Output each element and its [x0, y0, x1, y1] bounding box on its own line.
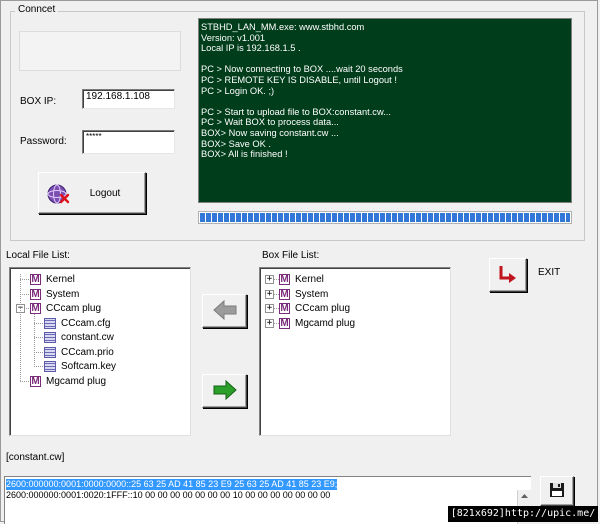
tree-item[interactable]: M Kernel: [279, 273, 324, 286]
box-file-list-label: Box File List:: [262, 250, 320, 261]
tree-item-label: Mgcamd plug: [295, 317, 356, 329]
logout-button[interactable]: Logout: [38, 172, 146, 214]
watermark: [821x692]http://upic.me/: [448, 506, 598, 522]
log-console: STBHD_LAN_MM.exe: www.stbhd.com Version: …: [198, 18, 572, 203]
tree-item-label: CCcam plug: [295, 303, 351, 314]
plugin-m-icon: M: [279, 317, 290, 329]
current-file-label: [constant.cw]: [6, 452, 65, 463]
plugin-m-icon: M: [30, 303, 41, 314]
tree-item[interactable]: M System: [279, 288, 328, 301]
tree-item[interactable]: M Kernel: [30, 273, 75, 286]
exit-icon: [496, 263, 520, 288]
scroll-up-icon[interactable]: [520, 492, 529, 501]
box-ip-input[interactable]: 192.168.1.108: [82, 89, 175, 109]
tree-item-label: System: [46, 288, 80, 300]
tree-item[interactable]: constant.cw: [44, 331, 114, 344]
tree-connector: [34, 351, 43, 353]
tree-item[interactable]: CCcam.cfg: [44, 317, 110, 330]
plugin-m-icon: M: [279, 274, 290, 285]
console-line: BOX> Save OK .: [201, 138, 272, 149]
console-line: PC > REMOTE KEY IS DISABLE, until Logout…: [201, 74, 397, 85]
tree-item[interactable]: M CCcam plug: [30, 302, 101, 315]
progress-bar: [198, 211, 572, 224]
file-icon: [44, 346, 56, 358]
tree-connector: [20, 279, 29, 280]
file-icon: [44, 317, 56, 329]
tree-item-label: System: [295, 288, 329, 300]
tree-item[interactable]: M System: [30, 288, 79, 301]
plugin-m-icon: M: [279, 303, 290, 314]
tree-item-label: Kernel: [46, 274, 75, 285]
tree-item[interactable]: M Mgcamd plug: [30, 375, 106, 388]
plugin-m-icon: M: [30, 274, 41, 285]
console-line: PC > Start to upload file to BOX:constan…: [201, 106, 391, 117]
tree-connector: [34, 314, 35, 367]
tree-item-label: CCcam.prio: [61, 346, 114, 358]
box-ip-label: BOX IP:: [20, 96, 57, 107]
logout-icon: [46, 183, 70, 208]
logout-label: Logout: [89, 187, 121, 199]
exit-button[interactable]: [489, 258, 527, 292]
download-from-box-button[interactable]: [202, 294, 247, 328]
tree-connector: [20, 274, 21, 381]
expand-icon[interactable]: +: [265, 304, 274, 313]
tree-item-label: CCcam.cfg: [61, 317, 111, 329]
console-line: BOX> Now saving constant.cw ...: [201, 127, 339, 138]
file-icon: [44, 361, 56, 372]
tree-item[interactable]: M CCcam plug: [279, 302, 350, 315]
tree-item-label: constant.cw: [61, 332, 114, 343]
plugin-m-icon: M: [30, 288, 41, 300]
box-ip-value: 192.168.1.108: [86, 91, 150, 102]
console-line: PC > Wait BOX to process data...: [201, 117, 339, 128]
hex-line[interactable]: 2600:000000:0001:0020:1FFF::10 00 00 00 …: [6, 490, 330, 501]
tree-connector: [34, 337, 43, 338]
tree-connector: [34, 322, 43, 324]
local-file-tree[interactable]: M Kernel M System M CCcam plug − CCcam.cfg const…: [9, 267, 191, 436]
password-label: Password:: [20, 136, 67, 147]
tree-item-label: CCcam plug: [46, 303, 102, 314]
tree-item[interactable]: Softcam.key: [44, 360, 116, 373]
progress-fill: [200, 213, 570, 222]
file-icon: [44, 332, 56, 343]
tree-item[interactable]: CCcam.prio: [44, 346, 114, 359]
arrow-right-icon: [212, 379, 238, 404]
console-line: BOX> All is finished !: [201, 149, 288, 160]
exit-label: EXIT: [538, 267, 561, 278]
console-line: PC > Now connecting to BOX ....wait 20 s…: [201, 64, 403, 75]
plugin-m-icon: M: [279, 288, 290, 300]
expand-icon[interactable]: +: [265, 318, 274, 328]
upload-to-box-button[interactable]: [202, 374, 247, 408]
local-file-list-label: Local File List:: [6, 250, 70, 261]
tree-item-label: Kernel: [295, 274, 324, 285]
console-line: Local IP is 192.168.1.5 .: [201, 43, 301, 54]
arrow-left-icon: [212, 299, 238, 324]
console-line: Version: v1.001: [201, 32, 266, 43]
password-value: *****: [86, 132, 102, 141]
box-file-tree[interactable]: + M Kernel + M System + M CCcam plug + M Mgcamd plu…: [259, 267, 451, 436]
plugin-m-icon: M: [30, 375, 41, 387]
password-input[interactable]: *****: [82, 130, 175, 154]
status-panel: [19, 31, 181, 71]
save-button[interactable]: [540, 476, 574, 506]
tree-item-label: Mgcamd plug: [46, 375, 107, 387]
console-line: STBHD_LAN_MM.exe: www.stbhd.com: [201, 22, 365, 32]
tree-connector: [20, 293, 29, 295]
connect-group-title: Conncet: [15, 4, 59, 15]
tree-connector: [34, 366, 43, 367]
console-line: PC > Login OK. ;): [201, 85, 275, 96]
floppy-disk-icon: [549, 482, 565, 501]
expand-icon[interactable]: +: [265, 289, 274, 299]
expand-icon[interactable]: +: [265, 275, 274, 284]
tree-connector: [20, 380, 29, 382]
hex-line-selected[interactable]: 2600:000000:0001:0000:0000::25 63 25 AD …: [6, 479, 338, 490]
tree-item[interactable]: M Mgcamd plug: [279, 317, 355, 330]
tree-item-label: Softcam.key: [61, 361, 117, 372]
